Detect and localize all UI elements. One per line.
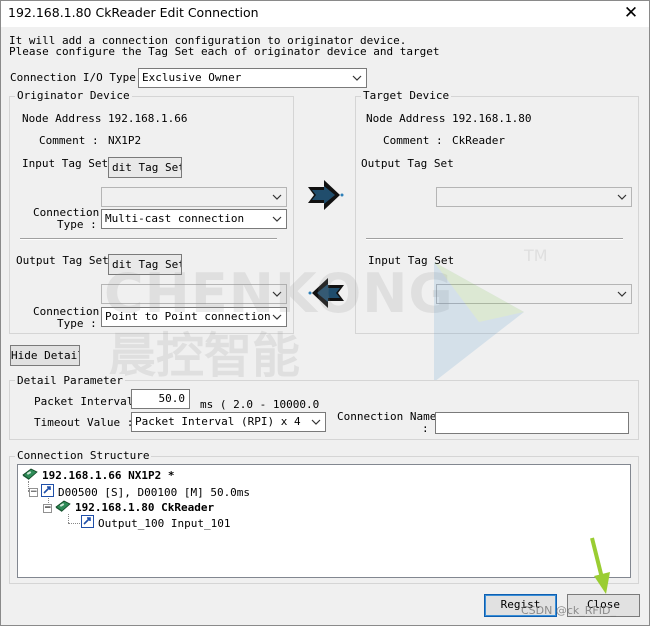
hide-detail-button[interactable]: Hide Detail [10,345,80,366]
target-comment-label: Comment : [383,134,443,147]
target-comment: CkReader [452,134,505,147]
edit-tag-sets-input-button[interactable]: dit Tag Set: [108,157,182,178]
tree-item-tags-label: Output_100 Input_101 [98,516,231,530]
chevron-down-icon [271,287,283,301]
collapse-icon[interactable]: − [43,503,52,513]
originator-comment-label: Comment : [39,134,99,147]
originator-input-tag-set-label: Input Tag Set [22,157,109,170]
chevron-down-icon [351,71,363,85]
originator-output-conn-type-value: Point to Point connection [105,310,271,323]
originator-output-tag-set-label: Output Tag Set [16,254,109,267]
chevron-down-icon [616,287,628,301]
chevron-down-icon [310,415,322,429]
originator-node-address: 192.168.1.66 [108,112,188,125]
packet-interval-range: ms ( 2.0 - 10000.0 [200,398,320,411]
originator-conn-type-label-2: Type : [57,218,97,231]
connection-name-label-colon: : [422,422,429,435]
originator-input-conn-type-select[interactable]: Multi-cast connection [101,209,287,229]
close-icon[interactable]: ✕ [618,2,644,24]
target-divider [366,238,623,240]
originator-input-tag-select[interactable] [101,187,287,207]
detail-parameter-label: Detail Parameter [15,374,125,387]
chevron-down-icon [271,310,283,324]
chevron-down-icon [271,190,283,204]
window-title: 192.168.1.80 CkReader Edit Connection [8,5,259,20]
regist-button[interactable]: Regist [484,594,557,617]
tree-item-connection-label: D00500 [S], D00100 [M] 50.0ms [58,485,251,499]
timeout-value: Packet Interval (RPI) x 4 [135,415,301,428]
packet-interval-label: Packet Interval [34,395,134,408]
arrow-left-icon [306,276,346,313]
connection-icon [81,515,94,532]
arrow-right-icon [306,178,346,215]
originator-output-tag-select[interactable] [101,284,287,304]
originator-node-address-label: Node Address [22,112,102,125]
connection-io-type-label: Connection I/O Type [10,71,136,84]
tree-item-target-label: 192.168.1.80 CkReader [75,501,215,514]
watermark-logo-icon [434,262,524,385]
target-device-label: Target Device [361,89,452,102]
target-output-tag-set-label: Output Tag Set [361,157,454,170]
target-node-address-label: Node Address [366,112,446,125]
connection-structure-label: Connection Structure [15,449,152,462]
chevron-down-icon [271,212,283,226]
connection-io-type-value: Exclusive Owner [142,71,242,84]
tree-item-tags[interactable]: Output_100 Input_101 [81,515,230,532]
originator-device-label: Originator Device [15,89,132,102]
tree-line [68,523,80,524]
device-icon [22,467,38,485]
tree-item-originator-label: 192.168.1.66 NX1P2 * [42,469,175,482]
edit-tag-sets-output-button[interactable]: dit Tag Set: [108,254,182,275]
originator-output-conn-type-label-2: Type : [57,317,97,330]
originator-divider [20,238,277,240]
tree-item-originator[interactable]: 192.168.1.66 NX1P2 * [22,467,174,485]
packet-interval-input[interactable]: 50.0 [131,389,190,409]
info-line-2: Please configure the Tag Set each of ori… [9,45,440,58]
annotation-arrow-icon [586,536,616,599]
originator-input-conn-type-value: Multi-cast connection [105,212,245,225]
device-icon [55,499,71,517]
originator-comment: NX1P2 [108,134,142,147]
timeout-value-label: Timeout Value : [34,416,134,429]
timeout-value-select[interactable]: Packet Interval (RPI) x 4 [131,412,326,432]
connection-name-input[interactable] [435,412,629,434]
chevron-down-icon [616,190,628,204]
originator-output-conn-type-select[interactable]: Point to Point connection [101,307,287,327]
connection-io-type-select[interactable]: Exclusive Owner [138,68,367,88]
target-node-address: 192.168.1.80 [452,112,532,125]
target-output-tag-select[interactable] [436,187,632,207]
collapse-icon[interactable]: − [29,488,38,497]
